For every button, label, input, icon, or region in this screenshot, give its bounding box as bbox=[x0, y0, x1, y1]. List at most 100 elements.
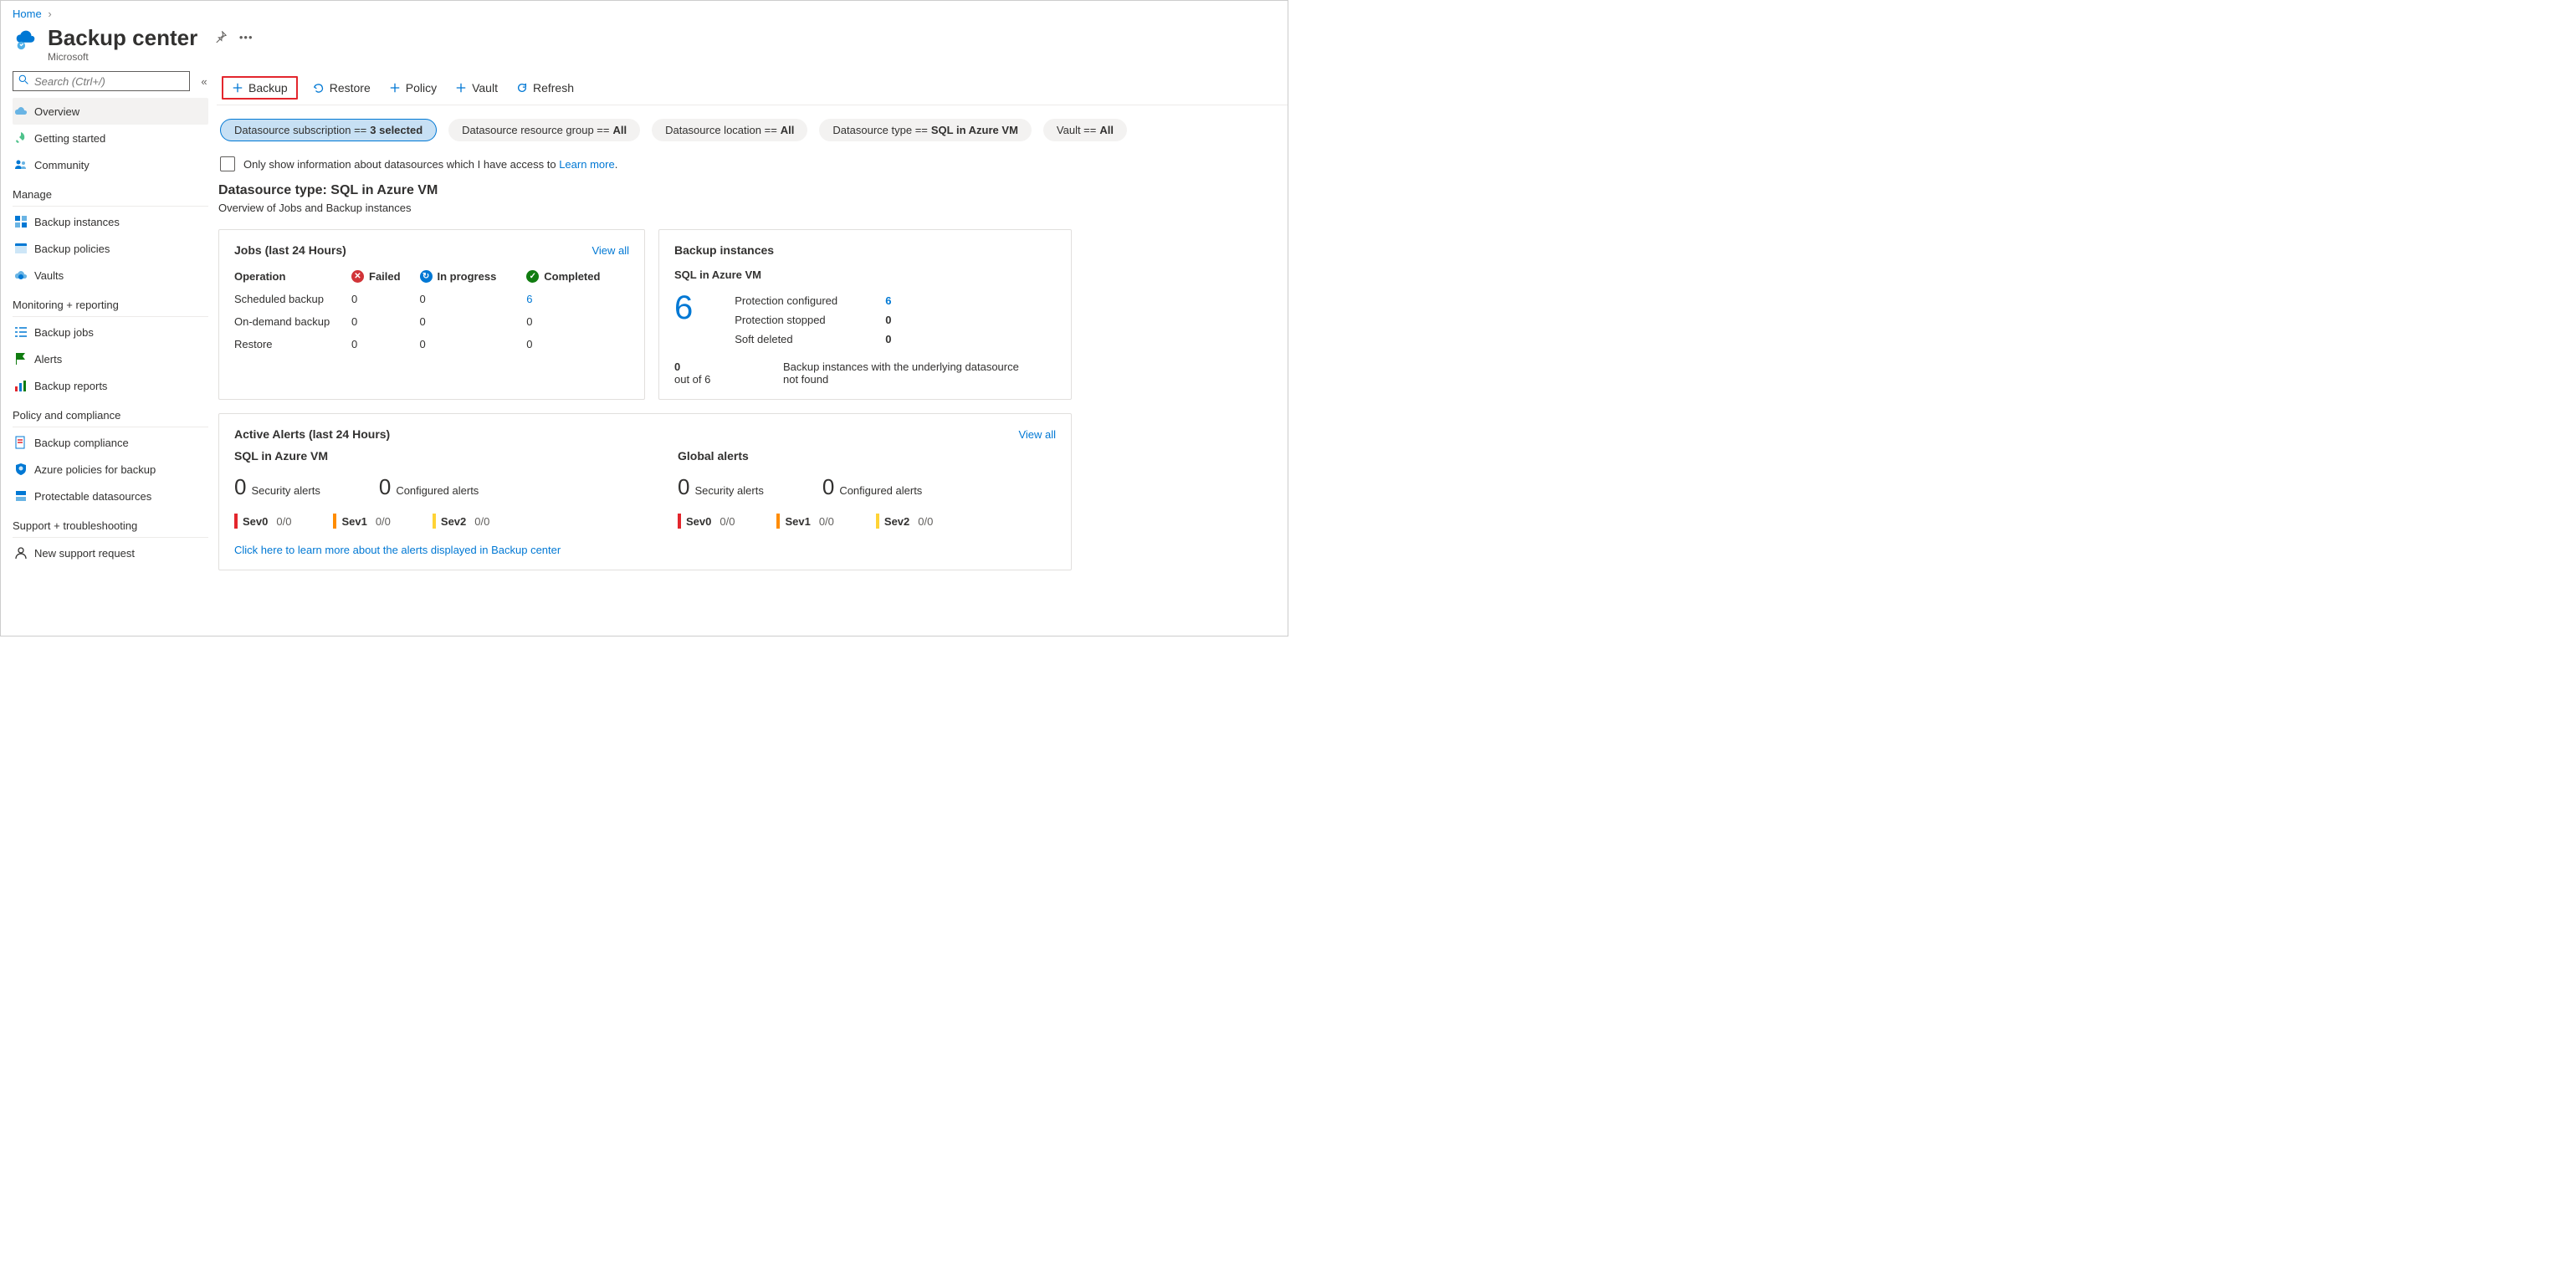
sidebar-item-backup-instances[interactable]: Backup instances bbox=[13, 208, 208, 235]
alerts-learn-more-link[interactable]: Click here to learn more about the alert… bbox=[234, 544, 561, 556]
failed-icon: ✕ bbox=[351, 270, 364, 283]
cell-completed: 0 bbox=[526, 333, 629, 355]
col-completed: ✓Completed bbox=[526, 265, 629, 288]
cell-failed: 0 bbox=[351, 310, 420, 333]
sidebar-item-label: Backup compliance bbox=[34, 437, 129, 449]
page-subtitle: Microsoft bbox=[48, 51, 197, 63]
sidebar-item-label: Community bbox=[34, 159, 90, 171]
sidebar-item-label: Backup policies bbox=[34, 243, 110, 255]
calendar-icon bbox=[14, 242, 28, 255]
backup-button[interactable]: Backup bbox=[222, 76, 298, 100]
sidebar-item-alerts[interactable]: Alerts bbox=[13, 345, 208, 372]
list-icon bbox=[14, 325, 28, 339]
alerts-card: Active Alerts (last 24 Hours) View all S… bbox=[218, 413, 1072, 570]
sidebar-item-vaults[interactable]: Vaults bbox=[13, 262, 208, 289]
kv-key: Soft deleted bbox=[735, 333, 885, 345]
breadcrumb: Home › bbox=[1, 1, 1288, 20]
nav-group-monitoring: Monitoring + reporting bbox=[13, 289, 217, 314]
in-progress-icon: ↻ bbox=[420, 270, 433, 283]
sev1: Sev10/0 bbox=[776, 514, 833, 529]
sev2: Sev20/0 bbox=[433, 514, 489, 529]
security-alerts: 0Security alerts bbox=[678, 474, 764, 500]
sev2: Sev20/0 bbox=[876, 514, 933, 529]
sidebar-item-community[interactable]: Community bbox=[13, 151, 208, 178]
filter-label: Datasource resource group == bbox=[462, 124, 609, 136]
kv-configured: Protection configured 6 bbox=[735, 294, 919, 307]
sev1: Sev10/0 bbox=[333, 514, 390, 529]
sidebar-item-overview[interactable]: Overview bbox=[13, 98, 208, 125]
nav-group-policy: Policy and compliance bbox=[13, 399, 217, 425]
refresh-button[interactable]: Refresh bbox=[508, 76, 582, 100]
kv-value-link[interactable]: 6 bbox=[885, 294, 919, 307]
sidebar-item-label: Backup reports bbox=[34, 380, 107, 392]
collapse-sidebar-icon[interactable]: « bbox=[197, 74, 212, 89]
toolbar-label: Restore bbox=[330, 81, 371, 95]
sidebar-item-backup-compliance[interactable]: Backup compliance bbox=[13, 429, 208, 456]
alerts-view-all-link[interactable]: View all bbox=[1018, 428, 1056, 441]
cell-completed-link[interactable]: 6 bbox=[526, 293, 532, 305]
instances-card: Backup instances SQL in Azure VM 6 Prote… bbox=[658, 229, 1072, 400]
more-icon[interactable]: ••• bbox=[239, 30, 253, 43]
filter-vault[interactable]: Vault == All bbox=[1043, 119, 1127, 141]
sidebar-item-backup-policies[interactable]: Backup policies bbox=[13, 235, 208, 262]
plus-icon bbox=[455, 82, 467, 94]
kv-key: Protection stopped bbox=[735, 314, 885, 326]
filter-value: SQL in Azure VM bbox=[931, 124, 1018, 136]
section-subtitle: Overview of Jobs and Backup instances bbox=[218, 198, 1283, 214]
period: . bbox=[615, 158, 618, 171]
table-row: Restore 0 0 0 bbox=[234, 333, 629, 355]
backup-center-icon bbox=[13, 25, 39, 52]
vault-icon bbox=[14, 268, 28, 282]
sidebar-item-azure-policies[interactable]: Azure policies for backup bbox=[13, 456, 208, 483]
toolbar: Backup Restore Policy Vault Refresh bbox=[217, 71, 1288, 105]
access-checkbox[interactable] bbox=[220, 156, 235, 171]
jobs-view-all-link[interactable]: View all bbox=[592, 244, 629, 257]
sidebar-item-backup-reports[interactable]: Backup reports bbox=[13, 372, 208, 399]
instances-big-number[interactable]: 6 bbox=[674, 289, 693, 345]
policy-button[interactable]: Policy bbox=[381, 76, 445, 100]
search-input[interactable] bbox=[34, 75, 184, 88]
plus-icon bbox=[232, 82, 243, 94]
filter-label: Datasource subscription == bbox=[234, 124, 366, 136]
foot-left-sub: out of 6 bbox=[674, 373, 741, 386]
breadcrumb-home[interactable]: Home bbox=[13, 8, 42, 20]
server-icon bbox=[14, 489, 28, 503]
search-icon bbox=[18, 74, 29, 88]
sev0: Sev00/0 bbox=[234, 514, 291, 529]
undo-icon bbox=[313, 82, 325, 94]
filter-location[interactable]: Datasource location == All bbox=[652, 119, 807, 141]
filter-value: All bbox=[612, 124, 627, 136]
sidebar-item-getting-started[interactable]: Getting started bbox=[13, 125, 208, 151]
filter-subscription[interactable]: Datasource subscription == 3 selected bbox=[220, 119, 437, 141]
filter-type[interactable]: Datasource type == SQL in Azure VM bbox=[819, 119, 1031, 141]
alerts-col-title: SQL in Azure VM bbox=[234, 449, 627, 463]
sidebar-item-label: Vaults bbox=[34, 269, 64, 282]
toolbar-label: Refresh bbox=[533, 81, 574, 95]
alerts-card-title: Active Alerts (last 24 Hours) bbox=[234, 427, 390, 441]
vault-button[interactable]: Vault bbox=[447, 76, 506, 100]
learn-more-link[interactable]: Learn more bbox=[559, 158, 614, 171]
pin-icon[interactable] bbox=[214, 30, 228, 43]
sidebar-item-label: Azure policies for backup bbox=[34, 463, 156, 476]
kv-value: 0 bbox=[885, 314, 919, 326]
filter-resource-group[interactable]: Datasource resource group == All bbox=[448, 119, 640, 141]
sidebar-item-new-support[interactable]: New support request bbox=[13, 539, 208, 566]
table-row: On-demand backup 0 0 0 bbox=[234, 310, 629, 333]
cloud-icon bbox=[14, 105, 28, 118]
sidebar-item-protectable[interactable]: Protectable datasources bbox=[13, 483, 208, 509]
checkbox-text: Only show information about datasources … bbox=[243, 158, 559, 171]
sidebar-item-label: Overview bbox=[34, 105, 79, 118]
people-icon bbox=[14, 158, 28, 171]
alerts-col-global: Global alerts 0Security alerts 0Configur… bbox=[678, 449, 1071, 529]
instances-card-title: Backup instances bbox=[674, 243, 1056, 257]
alerts-col-title: Global alerts bbox=[678, 449, 1071, 463]
instances-foot-right: Backup instances with the underlying dat… bbox=[783, 360, 1034, 386]
nav-group-support: Support + troubleshooting bbox=[13, 509, 217, 535]
restore-button[interactable]: Restore bbox=[305, 76, 379, 100]
sidebar-item-backup-jobs[interactable]: Backup jobs bbox=[13, 319, 208, 345]
filter-label: Vault == bbox=[1057, 124, 1096, 136]
table-row: Scheduled backup 0 0 6 bbox=[234, 288, 629, 310]
refresh-icon bbox=[516, 82, 528, 94]
search-input-wrapper[interactable] bbox=[13, 71, 190, 91]
foot-left-num: 0 bbox=[674, 360, 741, 373]
